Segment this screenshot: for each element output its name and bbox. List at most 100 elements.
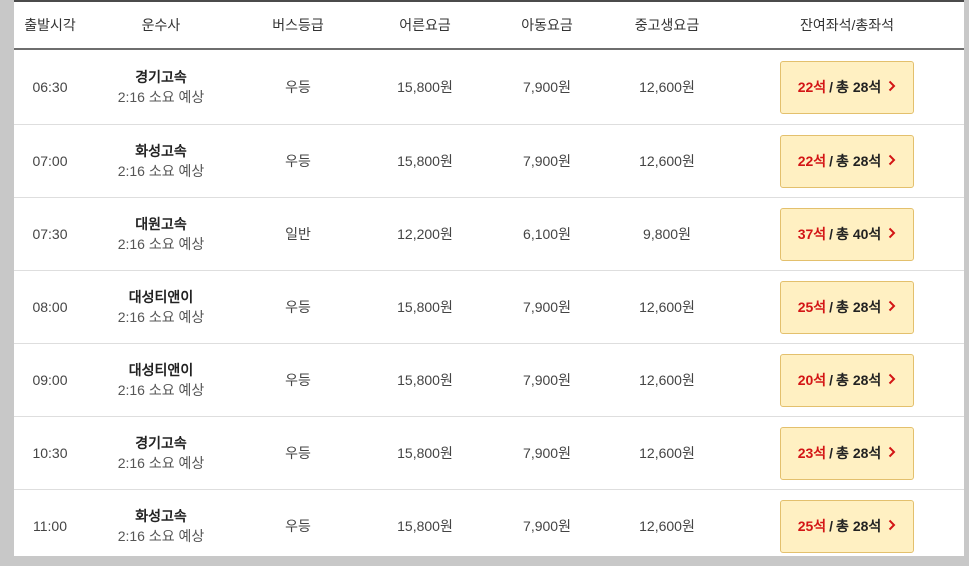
company-cell: 화성고속 2:16 소요 예상 (86, 506, 236, 546)
table-row: 07:00 화성고속 2:16 소요 예상 우등 15,800원 7,900원 … (14, 125, 964, 198)
total-seats: 총 28석 (836, 372, 882, 388)
travel-duration: 2:16 소요 예상 (117, 382, 205, 398)
student-fare: 9,800원 (643, 226, 691, 242)
bus-grade: 우등 (285, 372, 311, 388)
select-seat-button[interactable]: 20석 / 총 28석 (780, 353, 914, 407)
remaining-seats: 22석 (797, 79, 827, 95)
total-seats: 총 40석 (836, 226, 882, 242)
bus-grade: 일반 (285, 226, 311, 242)
child-fare: 7,900원 (523, 518, 571, 534)
chevron-right-icon (888, 79, 896, 95)
header-adult-fare: 어른요금 (399, 17, 451, 33)
adult-fare: 15,800원 (397, 299, 453, 315)
travel-duration: 2:16 소요 예상 (117, 89, 205, 105)
chevron-right-icon (888, 299, 896, 315)
table-header: 출발시각 운수사 버스등급 어른요금 아동요금 중고생요금 잔여좌석/총좌석 (14, 0, 964, 50)
adult-fare: 15,800원 (397, 372, 453, 388)
bus-grade: 우등 (285, 518, 311, 534)
bus-grade: 우등 (285, 299, 311, 315)
remaining-seats: 23석 (797, 445, 827, 461)
seats-cell: 25석 / 총 28석 (730, 280, 964, 334)
company-name: 경기고속 (135, 69, 187, 85)
adult-fare: 15,800원 (397, 79, 453, 95)
company-cell: 대성티앤이 2:16 소요 예상 (86, 287, 236, 327)
company-name: 화성고속 (135, 508, 187, 524)
header-bus-grade: 버스등급 (272, 17, 324, 33)
company-name: 대성티앤이 (128, 362, 194, 378)
seats-cell: 25석 / 총 28석 (730, 499, 964, 553)
select-seat-button[interactable]: 37석 / 총 40석 (780, 207, 914, 261)
remaining-seats: 37석 (797, 226, 827, 242)
table-body: 06:30 경기고속 2:16 소요 예상 우등 15,800원 7,900원 … (14, 50, 964, 556)
table-row: 10:30 경기고속 2:16 소요 예상 우등 15,800원 7,900원 … (14, 417, 964, 490)
depart-time: 10:30 (32, 445, 68, 461)
company-cell: 경기고속 2:16 소요 예상 (86, 67, 236, 107)
adult-fare: 15,800원 (397, 518, 453, 534)
child-fare: 7,900원 (523, 299, 571, 315)
travel-duration: 2:16 소요 예상 (117, 163, 205, 179)
total-seats: 총 28석 (836, 153, 882, 169)
total-seats: 총 28석 (836, 79, 882, 95)
header-student-fare: 중고생요금 (634, 17, 700, 33)
company-cell: 대성티앤이 2:16 소요 예상 (86, 360, 236, 400)
seats-cell: 20석 / 총 28석 (730, 353, 964, 407)
travel-duration: 2:16 소요 예상 (117, 236, 205, 252)
company-cell: 화성고속 2:16 소요 예상 (86, 141, 236, 181)
child-fare: 7,900원 (523, 79, 571, 95)
chevron-right-icon (888, 372, 896, 388)
student-fare: 12,600원 (639, 153, 695, 169)
child-fare: 7,900원 (523, 372, 571, 388)
table-row: 09:00 대성티앤이 2:16 소요 예상 우등 15,800원 7,900원… (14, 344, 964, 417)
table-row: 11:00 화성고속 2:16 소요 예상 우등 15,800원 7,900원 … (14, 490, 964, 556)
company-cell: 대원고속 2:16 소요 예상 (86, 214, 236, 254)
select-seat-button[interactable]: 22석 / 총 28석 (780, 134, 914, 188)
chevron-right-icon (888, 153, 896, 169)
seats-cell: 37석 / 총 40석 (730, 207, 964, 261)
child-fare: 7,900원 (523, 153, 571, 169)
adult-fare: 15,800원 (397, 153, 453, 169)
header-company: 운수사 (141, 17, 181, 33)
seat-separator: / (829, 226, 834, 242)
header-depart-time: 출발시각 (24, 17, 76, 33)
travel-duration: 2:16 소요 예상 (117, 455, 205, 471)
seats-cell: 22석 / 총 28석 (730, 134, 964, 188)
remaining-seats: 25석 (797, 518, 827, 534)
adult-fare: 12,200원 (397, 226, 453, 242)
company-name: 대원고속 (135, 216, 187, 232)
travel-duration: 2:16 소요 예상 (117, 309, 205, 325)
chevron-right-icon (888, 518, 896, 534)
table-row: 08:00 대성티앤이 2:16 소요 예상 우등 15,800원 7,900원… (14, 271, 964, 344)
company-name: 경기고속 (135, 435, 187, 451)
chevron-right-icon (888, 226, 896, 242)
header-seats: 잔여좌석/총좌석 (799, 17, 895, 33)
remaining-seats: 20석 (797, 372, 827, 388)
company-cell: 경기고속 2:16 소요 예상 (86, 433, 236, 473)
select-seat-button[interactable]: 23석 / 총 28석 (780, 426, 914, 480)
seat-separator: / (829, 372, 834, 388)
seat-separator: / (829, 445, 834, 461)
total-seats: 총 28석 (836, 299, 882, 315)
company-name: 대성티앤이 (128, 289, 194, 305)
depart-time: 11:00 (33, 518, 67, 534)
depart-time: 09:00 (32, 372, 68, 388)
bus-grade: 우등 (285, 153, 311, 169)
seats-cell: 22석 / 총 28석 (730, 60, 964, 114)
select-seat-button[interactable]: 25석 / 총 28석 (780, 280, 914, 334)
depart-time: 07:30 (32, 226, 68, 242)
select-seat-button[interactable]: 25석 / 총 28석 (780, 499, 914, 553)
child-fare: 7,900원 (523, 445, 571, 461)
child-fare: 6,100원 (523, 226, 571, 242)
seat-separator: / (829, 153, 834, 169)
remaining-seats: 25석 (797, 299, 827, 315)
student-fare: 12,600원 (639, 299, 695, 315)
chevron-right-icon (888, 445, 896, 461)
header-child-fare: 아동요금 (521, 17, 573, 33)
remaining-seats: 22석 (797, 153, 827, 169)
student-fare: 12,600원 (639, 518, 695, 534)
bus-grade: 우등 (285, 445, 311, 461)
adult-fare: 15,800원 (397, 445, 453, 461)
seat-separator: / (829, 518, 834, 534)
depart-time: 08:00 (32, 299, 68, 315)
travel-duration: 2:16 소요 예상 (117, 528, 205, 544)
select-seat-button[interactable]: 22석 / 총 28석 (780, 60, 914, 114)
